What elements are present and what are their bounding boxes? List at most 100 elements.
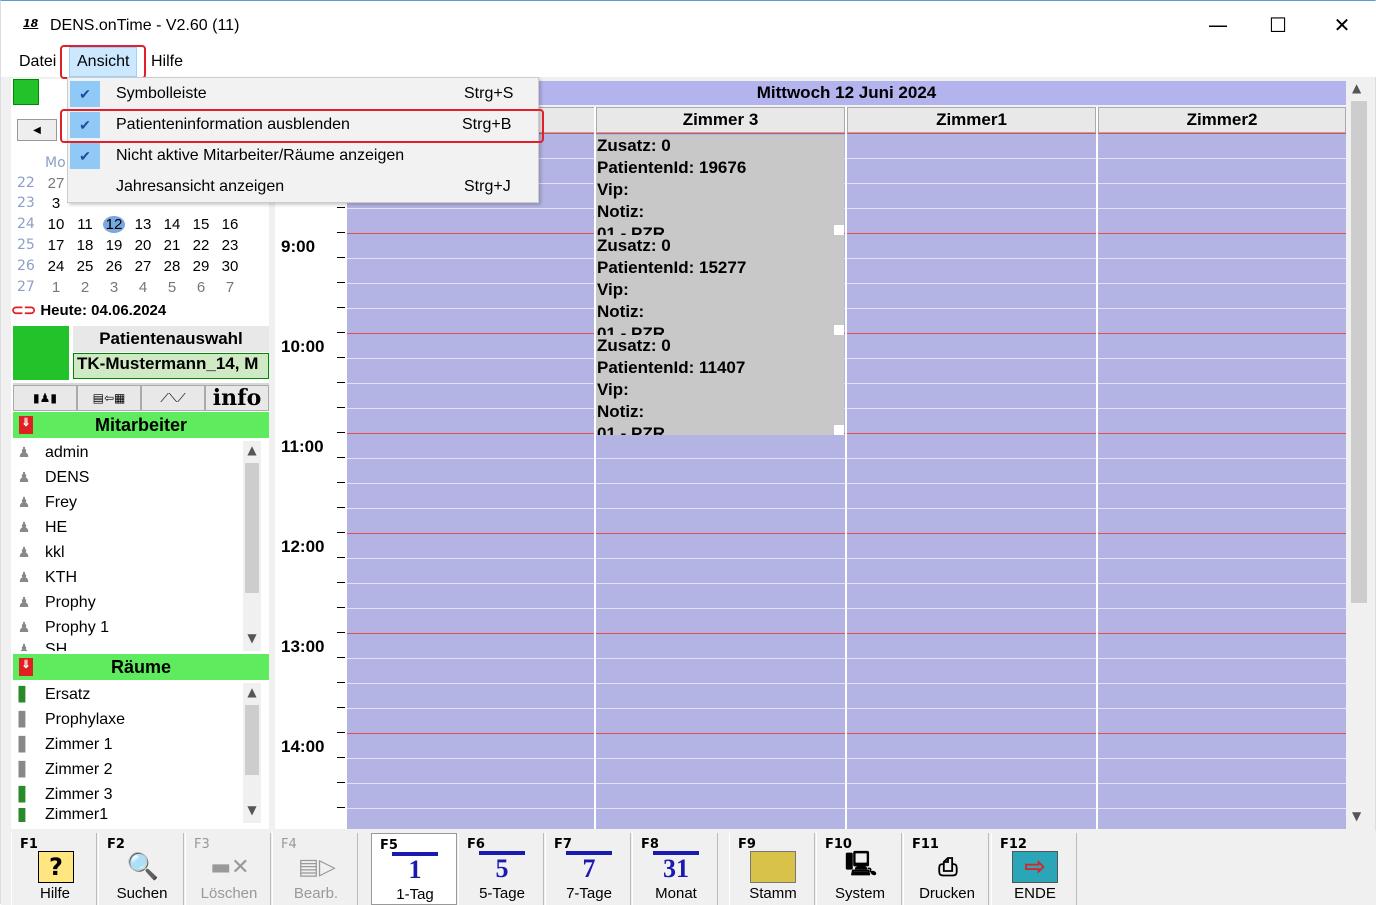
calendar-day[interactable]: 21 [161, 237, 183, 254]
calendar-day[interactable]: 18 [74, 237, 96, 254]
list-item[interactable]: ♟ Prophy [15, 591, 96, 615]
raeume-header[interactable]: ⇓ Räume [13, 654, 269, 680]
calendar-day[interactable]: 20 [132, 237, 154, 254]
list-item[interactable]: ♟ SH [15, 641, 68, 651]
scroll-down-icon[interactable]: ▼ [243, 631, 261, 649]
calendar-day[interactable]: 28 [161, 258, 183, 275]
calendar-day[interactable]: 27 [132, 258, 154, 275]
list-item[interactable]: ♟ kkl [15, 541, 65, 565]
list-item[interactable]: ♟ DENS [15, 466, 90, 490]
tab-staff-rooms[interactable]: ▮♟▮ [13, 385, 77, 411]
scroll-up-icon[interactable]: ▲ [243, 443, 261, 461]
f3-loeschen-button[interactable]: F3 ▬✕ Löschen [185, 833, 271, 905]
calendar-day[interactable]: 11 [74, 216, 96, 233]
calendar-day[interactable]: 5 [161, 279, 183, 296]
scroll-up-icon[interactable]: ▲ [243, 685, 261, 703]
calendar-day[interactable]: 14 [161, 216, 183, 233]
scroll-down-icon[interactable]: ▼ [243, 803, 261, 821]
f9-stamm-button[interactable]: F9 Stamm [729, 833, 815, 905]
f10-system-button[interactable]: F10 🖳 System [816, 833, 902, 905]
f7-7-tage-button[interactable]: F7 7 7-Tage [545, 833, 631, 905]
f8-monat-button[interactable]: F8 31 Monat [632, 833, 718, 905]
resize-handle[interactable] [834, 325, 844, 335]
list-item[interactable]: ♟ Prophy 1 [15, 616, 109, 640]
calendar-day[interactable]: 26 [103, 258, 125, 275]
calendar-day[interactable]: 16 [219, 216, 241, 233]
f4-bearb-button[interactable]: F4 ▤▷ Bearb. [272, 833, 358, 905]
tab-info[interactable]: info [205, 385, 269, 411]
list-item[interactable]: ♟ KTH [15, 566, 77, 590]
minimize-button[interactable]: — [1195, 9, 1241, 41]
list-item[interactable]: ▋ Zimmer1 [15, 808, 109, 822]
calendar-day[interactable]: 22 [190, 237, 212, 254]
tab-chart[interactable]: ⟋⟍⟋ [141, 385, 205, 411]
list-item[interactable]: ▋ Zimmer 2 [15, 758, 113, 782]
f6-5-tage-button[interactable]: F6 5 5-Tage [458, 833, 544, 905]
f1-hilfe-button[interactable]: F1 ? Hilfe [11, 833, 97, 905]
patient-field[interactable]: TK-Mustermann_14, M [73, 353, 269, 379]
schedule-column[interactable] [1098, 133, 1346, 829]
menu-item-jahresansicht[interactable]: Jahresansicht anzeigen Strg+J [68, 172, 538, 202]
f12-ende-button[interactable]: F12 ⇨ ENDE [991, 833, 1077, 905]
close-button[interactable]: ✕ [1319, 9, 1365, 41]
calendar-day[interactable]: 10 [45, 216, 67, 233]
column-header-zimmer1[interactable]: Zimmer1 [847, 107, 1096, 133]
calendar-day[interactable]: 4 [132, 279, 154, 296]
appointment-card[interactable]: Zusatz: 0 PatientenId: 11407 Vip: Notiz:… [596, 335, 844, 435]
calendar-day-selected[interactable]: 12 [103, 216, 125, 233]
patient-icon[interactable] [13, 326, 69, 380]
calendar-day[interactable]: 25 [74, 258, 96, 275]
menu-item-nicht-aktive[interactable]: ✔ Nicht aktive Mitarbeiter/Räume anzeige… [68, 141, 538, 171]
appointment-card[interactable]: Zusatz: 0 PatientenId: 15277 Vip: Notiz:… [596, 235, 844, 335]
scroll-up-icon[interactable]: ▲ [1352, 81, 1361, 95]
menu-datei[interactable]: Datei [19, 53, 56, 71]
calendar-day[interactable]: 6 [190, 279, 212, 296]
raeume-scrollbar[interactable]: ▲ ▼ [243, 683, 261, 823]
today-label[interactable]: ⊂⊃ Heute: 04.06.2024 [11, 301, 166, 319]
list-item[interactable]: ▋ Prophylaxe [15, 708, 125, 732]
calendar-day[interactable]: 19 [103, 237, 125, 254]
column-header-zimmer-3[interactable]: Zimmer 3 [596, 107, 845, 133]
scroll-thumb[interactable] [245, 463, 259, 593]
calendar-day[interactable]: 24 [45, 258, 67, 275]
column-header-zimmer2[interactable]: Zimmer2 [1098, 107, 1346, 133]
calendar-day[interactable]: 1 [45, 279, 67, 296]
lock-icon[interactable] [13, 79, 39, 105]
list-item[interactable]: ▋ Zimmer 3 [15, 783, 113, 807]
calendar-day[interactable]: 15 [190, 216, 212, 233]
schedule-column[interactable] [347, 133, 595, 829]
appointment-card[interactable]: Zusatz: 0 PatientenId: 19676 Vip: Notiz:… [596, 135, 844, 235]
list-item[interactable]: ♟ admin [15, 441, 89, 465]
scroll-thumb[interactable] [1351, 101, 1367, 603]
calendar-day[interactable]: 30 [219, 258, 241, 275]
menu-hilfe[interactable]: Hilfe [151, 53, 183, 71]
mitarbeiter-header[interactable]: ⇓ Mitarbeiter [13, 412, 269, 438]
calendar-day[interactable]: 7 [219, 279, 241, 296]
resize-handle[interactable] [834, 425, 844, 435]
mitarbeiter-scrollbar[interactable]: ▲ ▼ [243, 441, 261, 651]
scroll-down-icon[interactable]: ▼ [1352, 809, 1361, 823]
list-item[interactable]: ♟ HE [15, 516, 68, 540]
f5-1-tag-button[interactable]: F5 1 1-Tag [371, 833, 457, 905]
calendar-day[interactable]: 3 [45, 195, 67, 212]
calendar-day[interactable]: 23 [219, 237, 241, 254]
calendar-day[interactable]: 2 [74, 279, 96, 296]
maximize-button[interactable]: ☐ [1255, 9, 1301, 41]
schedule-scrollbar[interactable]: ▲ ▼ [1348, 79, 1370, 829]
calendar-day[interactable]: 3 [103, 279, 125, 296]
menu-item-symbolleiste[interactable]: ✔ Symbolleiste Strg+S [68, 79, 538, 109]
f11-drucken-button[interactable]: F11 ⎙ Drucken [903, 833, 989, 905]
schedule-column[interactable] [847, 133, 1096, 829]
list-item[interactable]: ▋ Ersatz [15, 683, 91, 707]
calendar-day[interactable]: 13 [132, 216, 154, 233]
tab-list[interactable]: ▤⇦▦ [77, 385, 141, 411]
calendar-day[interactable]: 27 [45, 175, 67, 192]
list-item[interactable]: ▋ Zimmer 1 [15, 733, 113, 757]
calendar-day[interactable]: 17 [45, 237, 67, 254]
calendar-prev-button[interactable]: ◀ [17, 119, 57, 141]
calendar-day[interactable]: 29 [190, 258, 212, 275]
list-item[interactable]: ♟ Frey [15, 491, 77, 515]
f2-suchen-button[interactable]: F2 🔍 Suchen [98, 833, 184, 905]
scroll-thumb[interactable] [245, 705, 259, 775]
resize-handle[interactable] [834, 225, 844, 235]
